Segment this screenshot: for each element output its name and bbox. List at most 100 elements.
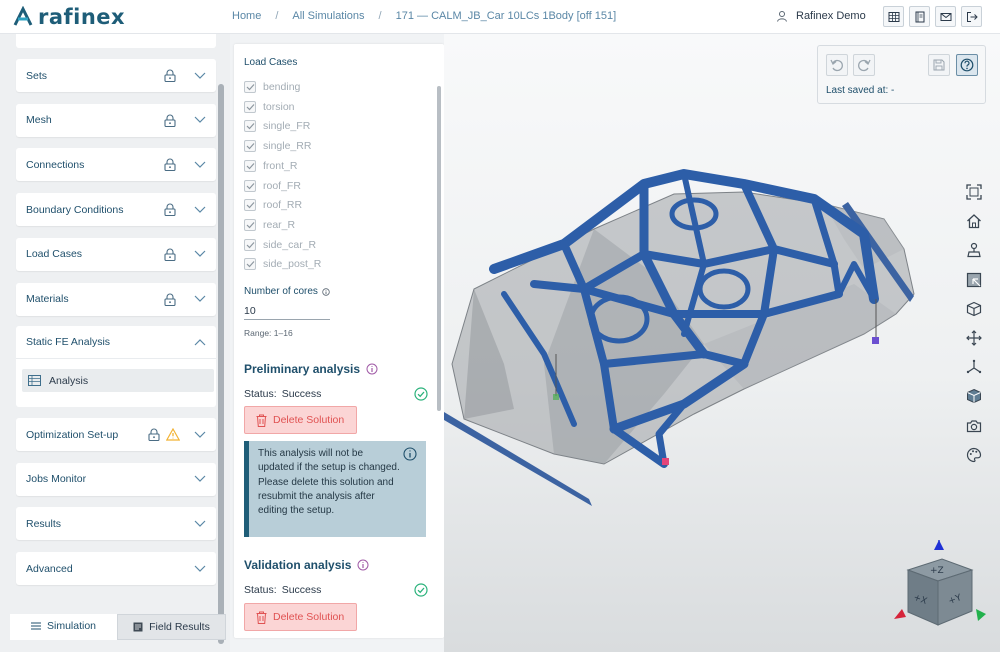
- table-button[interactable]: [883, 6, 904, 27]
- tab-field-results[interactable]: Field Results: [117, 614, 226, 640]
- home-view-button[interactable]: [962, 209, 986, 233]
- nav-item-jobs-monitor[interactable]: Jobs Monitor: [16, 462, 216, 496]
- orientation-cube[interactable]: +Z +X +Y: [890, 537, 990, 627]
- nav-item-label: Optimization Set-up: [26, 428, 119, 441]
- nav-item-optimization-set-up[interactable]: Optimization Set-up: [16, 418, 216, 451]
- cube-view-button[interactable]: [962, 297, 986, 321]
- load-case-item[interactable]: roof_FR: [244, 179, 301, 192]
- load-case-item[interactable]: front_R: [244, 159, 297, 172]
- checkbox[interactable]: [244, 159, 256, 172]
- load-case-item[interactable]: single_RR: [244, 140, 311, 153]
- help-icon[interactable]: [357, 559, 369, 571]
- rafinex-logo[interactable]: rafinex: [12, 5, 125, 29]
- nav-item-static-fe-analysis: Static FE Analysis Analysis: [16, 326, 216, 407]
- checkbox[interactable]: [244, 120, 256, 133]
- checkbox[interactable]: [244, 140, 256, 153]
- nav-item-sets[interactable]: Sets: [16, 59, 216, 92]
- nav-item-label: Advanced: [26, 562, 73, 575]
- nav-scrollbar[interactable]: [218, 84, 224, 644]
- palette-button[interactable]: [962, 443, 986, 467]
- check-icon: [246, 143, 254, 150]
- screenshot-button[interactable]: [962, 414, 986, 438]
- cores-input[interactable]: 10: [244, 302, 330, 320]
- fixation-button[interactable]: [962, 238, 986, 262]
- redo-button[interactable]: [853, 54, 875, 76]
- breadcrumb-separator: /: [275, 10, 279, 22]
- tab-simulation[interactable]: Simulation: [10, 614, 117, 640]
- panel-scrollbar[interactable]: [437, 86, 441, 411]
- checkbox[interactable]: [244, 199, 256, 212]
- 3d-viewport[interactable]: +Z +X +Y: [444, 34, 1000, 652]
- mail-button[interactable]: [935, 6, 956, 27]
- load-case-label: torsion: [263, 100, 295, 113]
- selection-icon: [966, 272, 982, 287]
- user-menu[interactable]: Rafinex Demo: [776, 10, 866, 22]
- move-button[interactable]: [962, 326, 986, 350]
- help-button[interactable]: [956, 54, 978, 76]
- check-icon: [246, 162, 254, 170]
- check-circle-icon: [414, 583, 428, 597]
- delete-validation-button[interactable]: Delete Solution: [244, 603, 357, 631]
- user-icon: [777, 11, 787, 22]
- breadcrumb-home[interactable]: Home: [232, 10, 261, 22]
- fit-view-icon: [966, 184, 982, 200]
- nav-item-header[interactable]: Static FE Analysis: [16, 326, 216, 359]
- load-case-item[interactable]: side_post_R: [244, 258, 322, 271]
- load-case-item[interactable]: roof_RR: [244, 199, 302, 212]
- selection-button[interactable]: [962, 268, 986, 292]
- analysis-panel: Load Cases bending torsion single_FR single…: [234, 44, 444, 638]
- breadcrumb-current: 171 — CALM_JB_Car 10LCs 1Body [off 151]: [395, 10, 617, 22]
- material-cube-button[interactable]: [962, 384, 986, 408]
- validation-analysis-label: Validation analysis: [244, 558, 352, 572]
- load-case-item[interactable]: side_car_R: [244, 238, 316, 251]
- cores-label: Number of cores: [244, 286, 330, 297]
- checkbox[interactable]: [244, 179, 256, 192]
- nav-item-boundary-conditions[interactable]: Boundary Conditions: [16, 193, 216, 227]
- undo-button[interactable]: [826, 54, 848, 76]
- nav-item-label: Mesh: [26, 114, 52, 127]
- nav-item-label: Results: [26, 517, 62, 530]
- chevron-down-icon: [194, 520, 206, 527]
- nav-item-load-cases[interactable]: Load Cases: [16, 237, 216, 271]
- nav-item-materials[interactable]: Materials: [16, 282, 216, 316]
- logout-button[interactable]: [961, 6, 982, 27]
- cube-view-icon: [966, 301, 982, 316]
- user-name: Rafinex Demo: [796, 10, 866, 22]
- info-message-box: This analysis will not be updated if the…: [244, 441, 426, 537]
- nav-subitem-analysis[interactable]: Analysis: [22, 369, 214, 392]
- fit-view-button[interactable]: [962, 180, 986, 204]
- menu-icon: [30, 622, 41, 630]
- info-icon[interactable]: [322, 287, 330, 296]
- chevron-down-icon: [194, 431, 206, 438]
- checkbox[interactable]: [244, 238, 256, 251]
- checkbox[interactable]: [244, 258, 256, 271]
- chevron-down-icon: [194, 475, 206, 483]
- nav-item-connections[interactable]: Connections: [16, 148, 216, 182]
- check-icon: [246, 202, 254, 209]
- breadcrumb-separator: /: [378, 10, 382, 22]
- delete-label: Delete Solution: [273, 611, 345, 623]
- help-icon[interactable]: [366, 363, 378, 375]
- preliminary-analysis-title: Preliminary analysis: [244, 362, 378, 376]
- load-case-label: side_post_R: [263, 258, 322, 271]
- breadcrumb-all-simulations[interactable]: All Simulations: [292, 10, 364, 22]
- checkbox[interactable]: [244, 81, 256, 93]
- load-case-item[interactable]: bending: [244, 81, 300, 93]
- nav-item-mesh[interactable]: Mesh: [16, 103, 216, 137]
- load-case-item[interactable]: rear_R: [244, 218, 295, 231]
- nav-item-results[interactable]: Results: [16, 507, 216, 541]
- save-button[interactable]: [928, 54, 950, 76]
- delete-preliminary-button[interactable]: Delete Solution: [244, 406, 357, 434]
- checkbox[interactable]: [244, 218, 256, 231]
- tab-label: Simulation: [46, 620, 97, 632]
- notebook-icon: [915, 11, 924, 22]
- history-panel: Last saved at: -: [817, 45, 986, 104]
- axes-button[interactable]: [962, 355, 986, 379]
- checkbox[interactable]: [244, 100, 256, 113]
- notebook-button[interactable]: [909, 6, 930, 27]
- load-case-item[interactable]: single_FR: [244, 120, 310, 133]
- lock-icon: [164, 69, 176, 82]
- load-case-item[interactable]: torsion: [244, 100, 295, 113]
- nav-item-label: Materials: [26, 293, 69, 305]
- nav-item-advanced[interactable]: Advanced: [16, 552, 216, 586]
